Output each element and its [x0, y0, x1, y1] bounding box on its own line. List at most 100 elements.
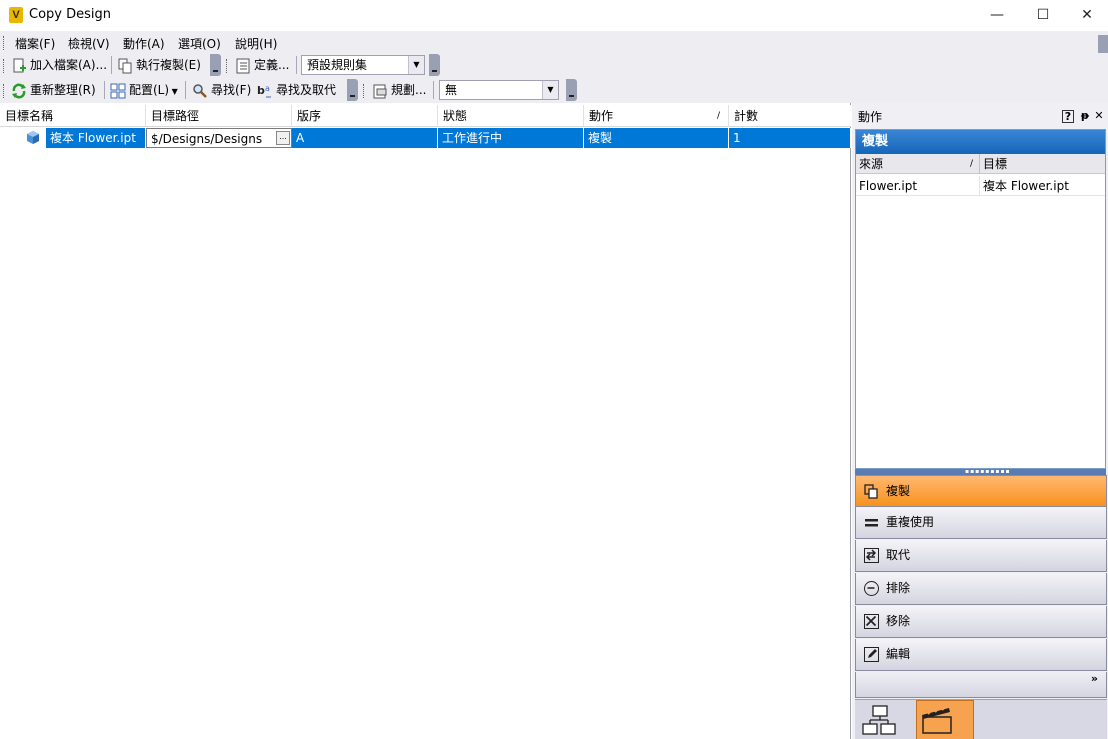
- toolbar1b-grip[interactable]: [226, 59, 229, 73]
- maximize-button[interactable]: ☐: [1020, 0, 1066, 31]
- toolbar2b-grip[interactable]: [363, 84, 366, 98]
- title-bar: V Copy Design — ☐ ✕: [0, 0, 1108, 31]
- more-actions-bar[interactable]: »: [855, 672, 1107, 698]
- menu-file[interactable]: 檔案(F): [15, 35, 55, 52]
- column-header-revision[interactable]: 版序: [292, 105, 438, 127]
- define-icon: [235, 58, 251, 74]
- action-panel: 動作 ? ᵽ ✕ 複製 來源 / 目標 Flower.ipt 複本 Flower…: [852, 103, 1108, 739]
- dropdown-arrow-icon: ▼: [169, 87, 178, 96]
- replace-icon: [864, 548, 879, 563]
- toolbar-separator: [433, 81, 434, 99]
- splitter-grip: ▪▪▪▪▪▪▪▪▪: [965, 468, 1011, 475]
- menu-action[interactable]: 動作(A): [123, 35, 165, 52]
- browse-button[interactable]: ...: [276, 131, 290, 145]
- cell-path[interactable]: $/Designs/Designs ...: [146, 128, 292, 148]
- replace-action-label: 取代: [886, 548, 911, 562]
- grid-header: 目標名稱 目標路徑 版序 狀態 動作 / 計數: [0, 105, 851, 127]
- menu-view[interactable]: 檢視(V): [68, 35, 110, 52]
- find-replace-icon: ba: [257, 83, 273, 99]
- copy-action-button[interactable]: 複製: [855, 475, 1107, 507]
- find-icon: [192, 83, 208, 99]
- actions-tab-icon: [922, 705, 952, 734]
- tab-structure[interactable]: [857, 700, 915, 739]
- toolbar1-overflow[interactable]: [210, 54, 221, 76]
- cell-name[interactable]: 複本 Flower.ipt: [46, 128, 146, 148]
- add-files-button[interactable]: 加入檔案(A)...: [11, 55, 107, 75]
- layout-icon: [110, 83, 126, 99]
- find-replace-button[interactable]: b a 尋找及取代: [257, 80, 336, 100]
- column-header-target[interactable]: 目標: [980, 154, 1105, 174]
- find-label: 尋找(F): [211, 83, 252, 97]
- table-row[interactable]: 複本 Flower.ipt $/Designs/Designs ... A 工作…: [0, 128, 851, 148]
- exclude-action-button[interactable]: 排除: [855, 573, 1107, 605]
- ruleset-value: 預設規則集: [307, 58, 368, 72]
- refresh-label: 重新整理(R): [30, 83, 96, 97]
- edit-action-button[interactable]: 編輯: [855, 639, 1107, 671]
- cell-revision[interactable]: A: [292, 128, 438, 148]
- action-header: 複製: [856, 130, 1105, 154]
- rules-button[interactable]: 規劃...: [372, 80, 426, 100]
- refresh-button[interactable]: 重新整理(R): [11, 80, 96, 100]
- pin-icon[interactable]: ᵽ: [1079, 110, 1091, 123]
- toolbar2b-overflow[interactable]: [566, 79, 577, 101]
- cell-action[interactable]: 複製: [584, 128, 729, 148]
- toolbar2-grip[interactable]: [3, 84, 6, 98]
- remove-action-label: 移除: [886, 614, 911, 628]
- menu-overflow[interactable]: [1098, 35, 1108, 53]
- toolbar-separator: [104, 81, 105, 99]
- chevron-down-icon[interactable]: ▼: [542, 81, 558, 99]
- sort-icon: /: [716, 111, 720, 121]
- find-button[interactable]: 尋找(F): [192, 80, 251, 100]
- panel-close-icon[interactable]: ✕: [1093, 110, 1105, 123]
- column-header-action[interactable]: 動作 /: [584, 105, 729, 127]
- menu-grip[interactable]: [3, 36, 6, 50]
- filter-select[interactable]: 無 ▼: [439, 80, 559, 100]
- column-header-action-label: 動作: [589, 109, 614, 123]
- detail-row[interactable]: Flower.ipt 複本 Flower.ipt: [856, 176, 1105, 196]
- rules-icon: [372, 83, 388, 99]
- column-header-name[interactable]: 目標名稱: [0, 105, 146, 127]
- exclude-icon: [864, 581, 879, 596]
- window-title: Copy Design: [29, 7, 111, 22]
- remove-action-button[interactable]: 移除: [855, 606, 1107, 638]
- copy-icon: [864, 484, 879, 499]
- action-detail: 複製 來源 / 目標 Flower.ipt 複本 Flower.ipt: [855, 129, 1106, 469]
- reuse-icon: [864, 515, 879, 530]
- menu-options[interactable]: 選項(O): [178, 35, 221, 52]
- column-header-state[interactable]: 狀態: [438, 105, 584, 127]
- toolbar1-grip[interactable]: [3, 59, 6, 73]
- cell-count[interactable]: 1: [729, 128, 851, 148]
- column-header-count[interactable]: 計數: [729, 105, 851, 127]
- layout-label: 配置(L): [129, 83, 170, 97]
- toolbar2-overflow[interactable]: [347, 79, 358, 101]
- ruleset-select[interactable]: 預設規則集 ▼: [301, 55, 425, 75]
- chevron-down-icon[interactable]: ▼: [408, 56, 424, 74]
- column-header-source[interactable]: 來源 /: [856, 154, 980, 174]
- detail-target: 複本 Flower.ipt: [983, 179, 1069, 193]
- minimize-button[interactable]: —: [974, 0, 1020, 31]
- copy-run-icon: [117, 58, 133, 74]
- help-icon[interactable]: ?: [1062, 110, 1074, 123]
- run-copy-label: 執行複製(E): [136, 58, 201, 72]
- rules-label: 規劃...: [391, 83, 427, 97]
- detail-source: Flower.ipt: [856, 176, 980, 196]
- remove-icon: [864, 614, 879, 629]
- replace-action-button[interactable]: 取代: [855, 540, 1107, 572]
- column-header-path[interactable]: 目標路徑: [146, 105, 292, 127]
- define-button[interactable]: 定義...: [235, 55, 289, 75]
- run-copy-button[interactable]: 執行複製(E): [117, 55, 201, 75]
- menu-help[interactable]: 說明(H): [235, 35, 277, 52]
- edit-icon: [864, 647, 879, 662]
- layout-button[interactable]: 配置(L) ▼: [110, 80, 178, 100]
- reuse-action-label: 重複使用: [886, 515, 935, 529]
- chevron-double-down-icon[interactable]: »: [1091, 673, 1098, 684]
- column-header-source-label: 來源: [859, 157, 884, 171]
- close-button[interactable]: ✕: [1064, 0, 1108, 31]
- tab-actions[interactable]: [916, 700, 974, 739]
- toolbar-separator: [185, 81, 186, 99]
- structure-tab-icon: [862, 705, 896, 735]
- reuse-action-button[interactable]: 重複使用: [855, 507, 1107, 539]
- sort-icon: /: [969, 159, 973, 169]
- toolbar1b-overflow[interactable]: [429, 54, 440, 76]
- cell-state[interactable]: 工作進行中: [438, 128, 584, 148]
